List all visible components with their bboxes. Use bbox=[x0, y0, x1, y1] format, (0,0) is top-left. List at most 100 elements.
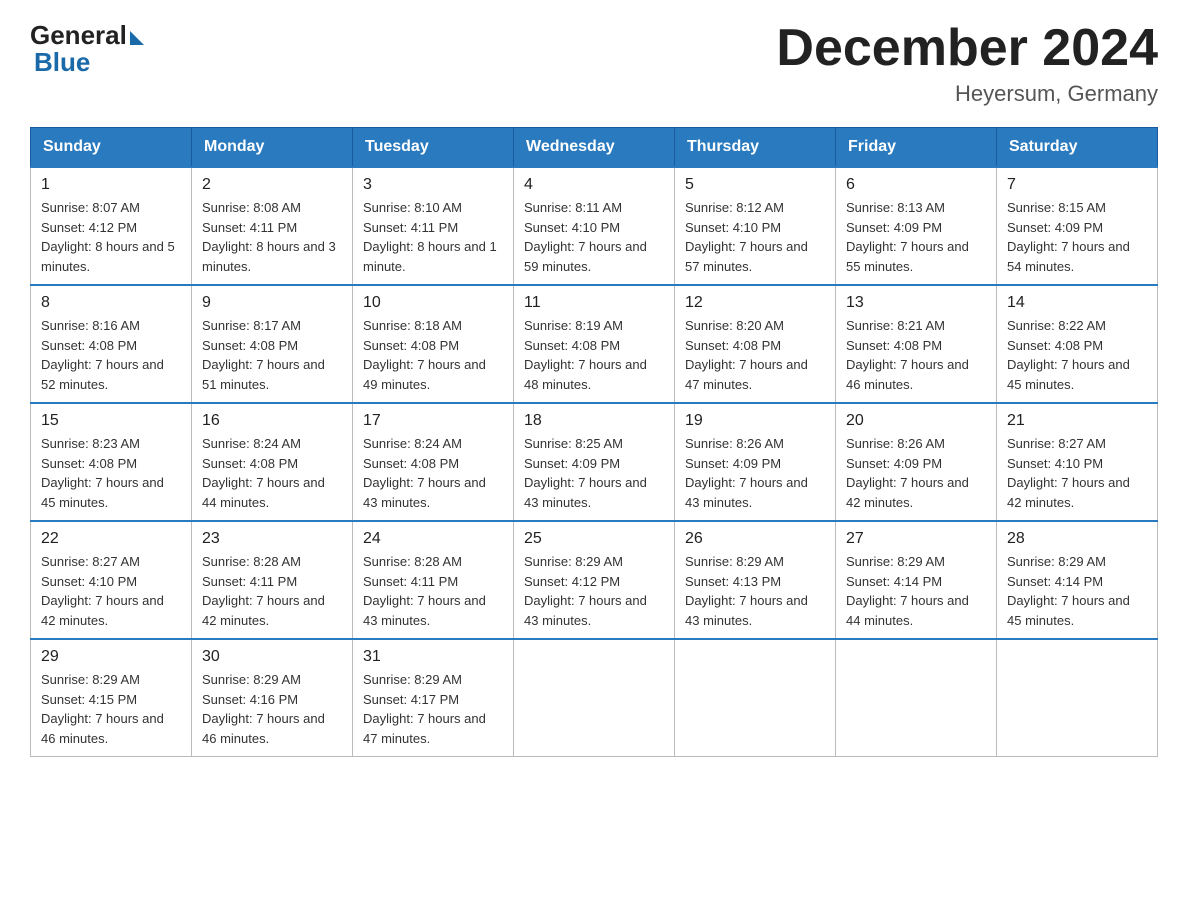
calendar-cell: 26 Sunrise: 8:29 AMSunset: 4:13 PMDaylig… bbox=[675, 521, 836, 639]
day-info: Sunrise: 8:15 AMSunset: 4:09 PMDaylight:… bbox=[1007, 198, 1147, 276]
day-info: Sunrise: 8:26 AMSunset: 4:09 PMDaylight:… bbox=[846, 434, 986, 512]
calendar-cell: 13 Sunrise: 8:21 AMSunset: 4:08 PMDaylig… bbox=[836, 285, 997, 403]
day-info: Sunrise: 8:12 AMSunset: 4:10 PMDaylight:… bbox=[685, 198, 825, 276]
calendar-cell: 14 Sunrise: 8:22 AMSunset: 4:08 PMDaylig… bbox=[997, 285, 1158, 403]
calendar-cell: 17 Sunrise: 8:24 AMSunset: 4:08 PMDaylig… bbox=[353, 403, 514, 521]
day-number: 5 bbox=[685, 176, 825, 194]
weekday-header-sunday: Sunday bbox=[31, 128, 192, 168]
day-info: Sunrise: 8:07 AMSunset: 4:12 PMDaylight:… bbox=[41, 198, 181, 276]
day-number: 22 bbox=[41, 530, 181, 548]
calendar-cell bbox=[997, 639, 1158, 757]
day-info: Sunrise: 8:27 AMSunset: 4:10 PMDaylight:… bbox=[41, 552, 181, 630]
calendar-cell: 12 Sunrise: 8:20 AMSunset: 4:08 PMDaylig… bbox=[675, 285, 836, 403]
day-number: 2 bbox=[202, 176, 342, 194]
calendar-cell: 10 Sunrise: 8:18 AMSunset: 4:08 PMDaylig… bbox=[353, 285, 514, 403]
calendar-cell: 29 Sunrise: 8:29 AMSunset: 4:15 PMDaylig… bbox=[31, 639, 192, 757]
title-section: December 2024 Heyersum, Germany bbox=[776, 20, 1158, 107]
day-number: 14 bbox=[1007, 294, 1147, 312]
day-info: Sunrise: 8:08 AMSunset: 4:11 PMDaylight:… bbox=[202, 198, 342, 276]
calendar-cell: 4 Sunrise: 8:11 AMSunset: 4:10 PMDayligh… bbox=[514, 167, 675, 285]
day-info: Sunrise: 8:18 AMSunset: 4:08 PMDaylight:… bbox=[363, 316, 503, 394]
calendar-week-row: 29 Sunrise: 8:29 AMSunset: 4:15 PMDaylig… bbox=[31, 639, 1158, 757]
calendar-cell: 30 Sunrise: 8:29 AMSunset: 4:16 PMDaylig… bbox=[192, 639, 353, 757]
day-number: 10 bbox=[363, 294, 503, 312]
day-info: Sunrise: 8:24 AMSunset: 4:08 PMDaylight:… bbox=[202, 434, 342, 512]
calendar-cell: 31 Sunrise: 8:29 AMSunset: 4:17 PMDaylig… bbox=[353, 639, 514, 757]
calendar-cell: 7 Sunrise: 8:15 AMSunset: 4:09 PMDayligh… bbox=[997, 167, 1158, 285]
calendar-cell: 6 Sunrise: 8:13 AMSunset: 4:09 PMDayligh… bbox=[836, 167, 997, 285]
day-info: Sunrise: 8:21 AMSunset: 4:08 PMDaylight:… bbox=[846, 316, 986, 394]
day-number: 23 bbox=[202, 530, 342, 548]
weekday-header-wednesday: Wednesday bbox=[514, 128, 675, 168]
calendar-cell: 1 Sunrise: 8:07 AMSunset: 4:12 PMDayligh… bbox=[31, 167, 192, 285]
day-info: Sunrise: 8:13 AMSunset: 4:09 PMDaylight:… bbox=[846, 198, 986, 276]
calendar-cell: 19 Sunrise: 8:26 AMSunset: 4:09 PMDaylig… bbox=[675, 403, 836, 521]
day-info: Sunrise: 8:10 AMSunset: 4:11 PMDaylight:… bbox=[363, 198, 503, 276]
day-number: 8 bbox=[41, 294, 181, 312]
calendar-cell: 15 Sunrise: 8:23 AMSunset: 4:08 PMDaylig… bbox=[31, 403, 192, 521]
day-info: Sunrise: 8:16 AMSunset: 4:08 PMDaylight:… bbox=[41, 316, 181, 394]
day-number: 30 bbox=[202, 648, 342, 666]
day-info: Sunrise: 8:27 AMSunset: 4:10 PMDaylight:… bbox=[1007, 434, 1147, 512]
calendar-cell: 2 Sunrise: 8:08 AMSunset: 4:11 PMDayligh… bbox=[192, 167, 353, 285]
calendar-cell: 24 Sunrise: 8:28 AMSunset: 4:11 PMDaylig… bbox=[353, 521, 514, 639]
calendar-cell bbox=[836, 639, 997, 757]
day-number: 20 bbox=[846, 412, 986, 430]
day-info: Sunrise: 8:26 AMSunset: 4:09 PMDaylight:… bbox=[685, 434, 825, 512]
calendar-cell: 8 Sunrise: 8:16 AMSunset: 4:08 PMDayligh… bbox=[31, 285, 192, 403]
day-number: 18 bbox=[524, 412, 664, 430]
calendar-cell bbox=[675, 639, 836, 757]
day-number: 19 bbox=[685, 412, 825, 430]
calendar-week-row: 8 Sunrise: 8:16 AMSunset: 4:08 PMDayligh… bbox=[31, 285, 1158, 403]
day-number: 16 bbox=[202, 412, 342, 430]
day-info: Sunrise: 8:25 AMSunset: 4:09 PMDaylight:… bbox=[524, 434, 664, 512]
day-info: Sunrise: 8:29 AMSunset: 4:12 PMDaylight:… bbox=[524, 552, 664, 630]
calendar-cell: 9 Sunrise: 8:17 AMSunset: 4:08 PMDayligh… bbox=[192, 285, 353, 403]
day-number: 28 bbox=[1007, 530, 1147, 548]
logo-arrow-icon bbox=[130, 31, 144, 45]
calendar-cell: 20 Sunrise: 8:26 AMSunset: 4:09 PMDaylig… bbox=[836, 403, 997, 521]
day-number: 6 bbox=[846, 176, 986, 194]
day-info: Sunrise: 8:22 AMSunset: 4:08 PMDaylight:… bbox=[1007, 316, 1147, 394]
calendar-cell: 11 Sunrise: 8:19 AMSunset: 4:08 PMDaylig… bbox=[514, 285, 675, 403]
day-number: 12 bbox=[685, 294, 825, 312]
day-info: Sunrise: 8:29 AMSunset: 4:14 PMDaylight:… bbox=[1007, 552, 1147, 630]
day-info: Sunrise: 8:29 AMSunset: 4:16 PMDaylight:… bbox=[202, 670, 342, 748]
day-number: 13 bbox=[846, 294, 986, 312]
day-number: 29 bbox=[41, 648, 181, 666]
day-number: 11 bbox=[524, 294, 664, 312]
day-number: 1 bbox=[41, 176, 181, 194]
day-info: Sunrise: 8:29 AMSunset: 4:15 PMDaylight:… bbox=[41, 670, 181, 748]
calendar-cell: 16 Sunrise: 8:24 AMSunset: 4:08 PMDaylig… bbox=[192, 403, 353, 521]
day-number: 27 bbox=[846, 530, 986, 548]
day-number: 24 bbox=[363, 530, 503, 548]
calendar-cell: 5 Sunrise: 8:12 AMSunset: 4:10 PMDayligh… bbox=[675, 167, 836, 285]
calendar-cell: 28 Sunrise: 8:29 AMSunset: 4:14 PMDaylig… bbox=[997, 521, 1158, 639]
day-info: Sunrise: 8:29 AMSunset: 4:14 PMDaylight:… bbox=[846, 552, 986, 630]
calendar-cell: 21 Sunrise: 8:27 AMSunset: 4:10 PMDaylig… bbox=[997, 403, 1158, 521]
calendar-table: SundayMondayTuesdayWednesdayThursdayFrid… bbox=[30, 127, 1158, 757]
day-info: Sunrise: 8:11 AMSunset: 4:10 PMDaylight:… bbox=[524, 198, 664, 276]
logo-blue-text: Blue bbox=[30, 47, 90, 78]
weekday-header-thursday: Thursday bbox=[675, 128, 836, 168]
calendar-cell: 3 Sunrise: 8:10 AMSunset: 4:11 PMDayligh… bbox=[353, 167, 514, 285]
day-number: 4 bbox=[524, 176, 664, 194]
day-info: Sunrise: 8:28 AMSunset: 4:11 PMDaylight:… bbox=[202, 552, 342, 630]
calendar-week-row: 1 Sunrise: 8:07 AMSunset: 4:12 PMDayligh… bbox=[31, 167, 1158, 285]
day-number: 31 bbox=[363, 648, 503, 666]
logo: General Blue bbox=[30, 20, 144, 78]
calendar-cell: 23 Sunrise: 8:28 AMSunset: 4:11 PMDaylig… bbox=[192, 521, 353, 639]
day-info: Sunrise: 8:29 AMSunset: 4:13 PMDaylight:… bbox=[685, 552, 825, 630]
calendar-cell: 22 Sunrise: 8:27 AMSunset: 4:10 PMDaylig… bbox=[31, 521, 192, 639]
calendar-cell: 18 Sunrise: 8:25 AMSunset: 4:09 PMDaylig… bbox=[514, 403, 675, 521]
day-number: 26 bbox=[685, 530, 825, 548]
page-header: General Blue December 2024 Heyersum, Ger… bbox=[30, 20, 1158, 107]
calendar-week-row: 15 Sunrise: 8:23 AMSunset: 4:08 PMDaylig… bbox=[31, 403, 1158, 521]
day-number: 7 bbox=[1007, 176, 1147, 194]
day-number: 9 bbox=[202, 294, 342, 312]
calendar-cell: 25 Sunrise: 8:29 AMSunset: 4:12 PMDaylig… bbox=[514, 521, 675, 639]
day-info: Sunrise: 8:29 AMSunset: 4:17 PMDaylight:… bbox=[363, 670, 503, 748]
day-info: Sunrise: 8:23 AMSunset: 4:08 PMDaylight:… bbox=[41, 434, 181, 512]
day-info: Sunrise: 8:20 AMSunset: 4:08 PMDaylight:… bbox=[685, 316, 825, 394]
day-info: Sunrise: 8:19 AMSunset: 4:08 PMDaylight:… bbox=[524, 316, 664, 394]
